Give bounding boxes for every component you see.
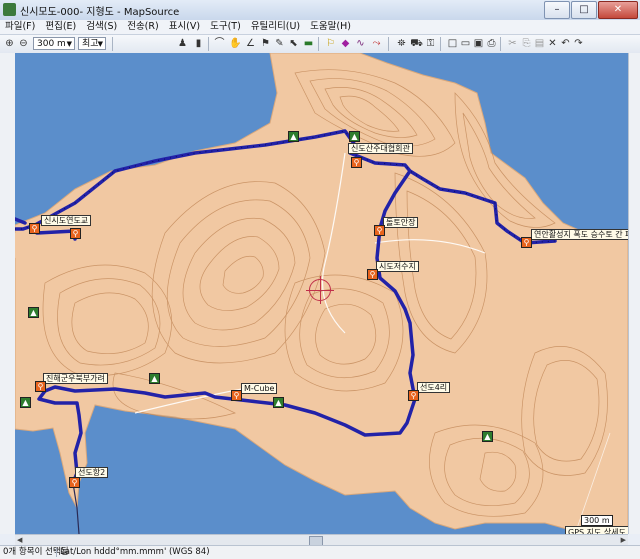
redo-icon[interactable]: ↷ xyxy=(572,37,585,50)
zoom-value: 300 m xyxy=(37,39,66,49)
map-view[interactable]: 신시도연도교 신도산주대협회관 돌토안장 연안활성지 폭도 승수토 간 패면 시… xyxy=(15,53,628,534)
zoom-select[interactable]: 300 m ▼ xyxy=(33,37,75,50)
poi-marker[interactable]: ▲ xyxy=(149,373,160,384)
menu-edit[interactable]: 편집(E) xyxy=(40,20,81,34)
save-icon[interactable]: ▣ xyxy=(472,37,485,50)
waypoint-marker[interactable]: ⚲ xyxy=(70,228,81,239)
scroll-right-icon[interactable]: ▶ xyxy=(621,535,626,545)
map-label-rest-area[interactable]: 신도산주대협회관 xyxy=(348,143,413,154)
poi-icon[interactable]: ◆ xyxy=(339,37,352,50)
status-divider xyxy=(56,548,57,557)
zoom-in-icon[interactable]: ⊕ xyxy=(3,37,16,50)
menu-tools[interactable]: 도구(T) xyxy=(205,20,246,34)
detail-select[interactable]: 최고 ▼ xyxy=(78,37,106,50)
undo-icon[interactable]: ↶ xyxy=(559,37,572,50)
waypoint-marker[interactable]: ⚲ xyxy=(367,269,378,280)
waypoint-marker[interactable]: ⚲ xyxy=(374,225,385,236)
waypoint-marker[interactable]: ⚲ xyxy=(521,237,532,248)
map-cursor-crosshair xyxy=(306,276,334,304)
poi-marker[interactable]: ▲ xyxy=(288,131,299,142)
toolbar-separator xyxy=(112,37,113,51)
waypoint-marker[interactable]: ⚲ xyxy=(231,390,242,401)
close-button[interactable]: ✕ xyxy=(598,1,638,19)
right-panel-edge xyxy=(628,53,640,534)
toolbar: ⊕ ⊖ 300 m ▼ 최고 ▼ ♟ ▮ ⌒ ✋ ∠ ⚑ ✎ ⬉ ▬ ⚐ ◆ ∿ ⤳… xyxy=(0,35,640,54)
chevron-down-icon: ▼ xyxy=(97,40,103,48)
poi-marker[interactable]: ▲ xyxy=(20,397,31,408)
map-label-west-a[interactable]: 진해군우북부가려 xyxy=(43,373,108,384)
menu-file[interactable]: 파일(F) xyxy=(0,20,40,34)
toolbar-separator xyxy=(208,37,209,51)
menu-utilities[interactable]: 유틸리티(U) xyxy=(246,20,305,34)
lock-icon[interactable]: ⚿ xyxy=(424,37,437,50)
new-file-icon[interactable]: □ xyxy=(446,37,459,50)
waypoint-marker[interactable]: ⚲ xyxy=(35,381,46,392)
select-arrow-icon[interactable]: ⬉ xyxy=(287,37,300,50)
poi-marker[interactable]: ▲ xyxy=(482,431,493,442)
waypoint-marker[interactable]: ⚲ xyxy=(351,157,362,168)
window-title: 신시모도-000- 지형도 - MapSource xyxy=(20,7,180,18)
map-label-mcube[interactable]: M-Cube xyxy=(241,383,278,394)
waypoint-marker[interactable]: ⚲ xyxy=(29,223,40,234)
coordinate-format: Lat/Lon hddd°mm.mmm' (WGS 84) xyxy=(60,547,210,557)
device-icon[interactable]: ▮ xyxy=(192,37,205,50)
scroll-left-icon[interactable]: ◀ xyxy=(17,535,22,545)
selection-status: 0개 항목이 선택됨 xyxy=(3,547,69,557)
map-label-center[interactable]: 시도저수지 xyxy=(376,261,419,272)
detail-value: 최고 xyxy=(82,39,99,49)
minimize-button[interactable]: – xyxy=(544,1,570,19)
scale-label: 300 m xyxy=(581,515,613,526)
open-folder-icon[interactable]: ▭ xyxy=(459,37,472,50)
left-panel-edge xyxy=(0,53,16,534)
poi-marker[interactable]: ▲ xyxy=(349,131,360,142)
maximize-button[interactable]: □ xyxy=(571,1,597,19)
menu-transfer[interactable]: 전송(R) xyxy=(122,20,164,34)
waypoint-marker[interactable]: ⚲ xyxy=(69,477,80,488)
poi-marker[interactable]: ▲ xyxy=(273,397,284,408)
map-label-southeast[interactable]: 선도4리 xyxy=(417,382,451,393)
pencil-icon[interactable]: ✎ xyxy=(273,37,286,50)
route-icon[interactable]: ⌒ xyxy=(213,37,226,50)
copy-icon[interactable]: ⎘ xyxy=(520,37,533,50)
print-icon[interactable]: ⎙ xyxy=(485,37,498,50)
user-icon[interactable]: ♟ xyxy=(176,37,189,50)
map-detail-label: GPS 지도 상세도 xyxy=(565,526,628,534)
waypoint-marker[interactable]: ⚲ xyxy=(408,390,419,401)
poi-marker[interactable]: ▲ xyxy=(28,307,39,318)
menu-bar: 파일(F) 편집(E) 검색(S) 전송(R) 표시(V) 도구(T) 유틸리티… xyxy=(0,20,640,35)
toolbar-separator xyxy=(500,37,501,51)
window-controls: – □ ✕ xyxy=(544,1,638,19)
map-label-east[interactable]: 연안활성지 폭도 승수토 간 패면 xyxy=(531,229,628,240)
delete-icon[interactable]: ✕ xyxy=(546,37,559,50)
status-bar: 0개 항목이 선택됨 Lat/Lon hddd°mm.mmm' (WGS 84) xyxy=(0,545,640,559)
measure-icon[interactable]: ∠ xyxy=(244,37,257,50)
title-bar: 신시모도-000- 지형도 - MapSource – □ ✕ xyxy=(0,0,640,21)
toolbar-separator xyxy=(440,37,441,51)
track-icon[interactable]: ▬ xyxy=(302,37,315,50)
autoroute-icon[interactable]: ⤳ xyxy=(370,37,383,50)
paste-icon[interactable]: ▤ xyxy=(533,37,546,50)
cut-icon[interactable]: ✂ xyxy=(506,37,519,50)
menu-help[interactable]: 도움말(H) xyxy=(305,20,356,34)
menu-find[interactable]: 검색(S) xyxy=(81,20,122,34)
app-icon xyxy=(3,3,16,16)
binoculars-icon[interactable]: ⛯ xyxy=(395,37,408,50)
hand-icon[interactable]: ✋ xyxy=(229,37,242,50)
toolbar-separator xyxy=(388,37,389,51)
map-label-rest2[interactable]: 돌토안장 xyxy=(383,217,419,228)
toolbar-separator xyxy=(318,37,319,51)
car-icon[interactable]: ⛟ xyxy=(410,37,423,50)
path-icon[interactable]: ∿ xyxy=(354,37,367,50)
waypoint-icon[interactable]: ⚐ xyxy=(324,37,337,50)
map-label-bridge[interactable]: 신시도연도교 xyxy=(41,215,92,226)
menu-view[interactable]: 표시(V) xyxy=(164,20,205,34)
zoom-out-icon[interactable]: ⊖ xyxy=(17,37,30,50)
chevron-down-icon: ▼ xyxy=(66,40,72,48)
flag-icon[interactable]: ⚑ xyxy=(259,37,272,50)
